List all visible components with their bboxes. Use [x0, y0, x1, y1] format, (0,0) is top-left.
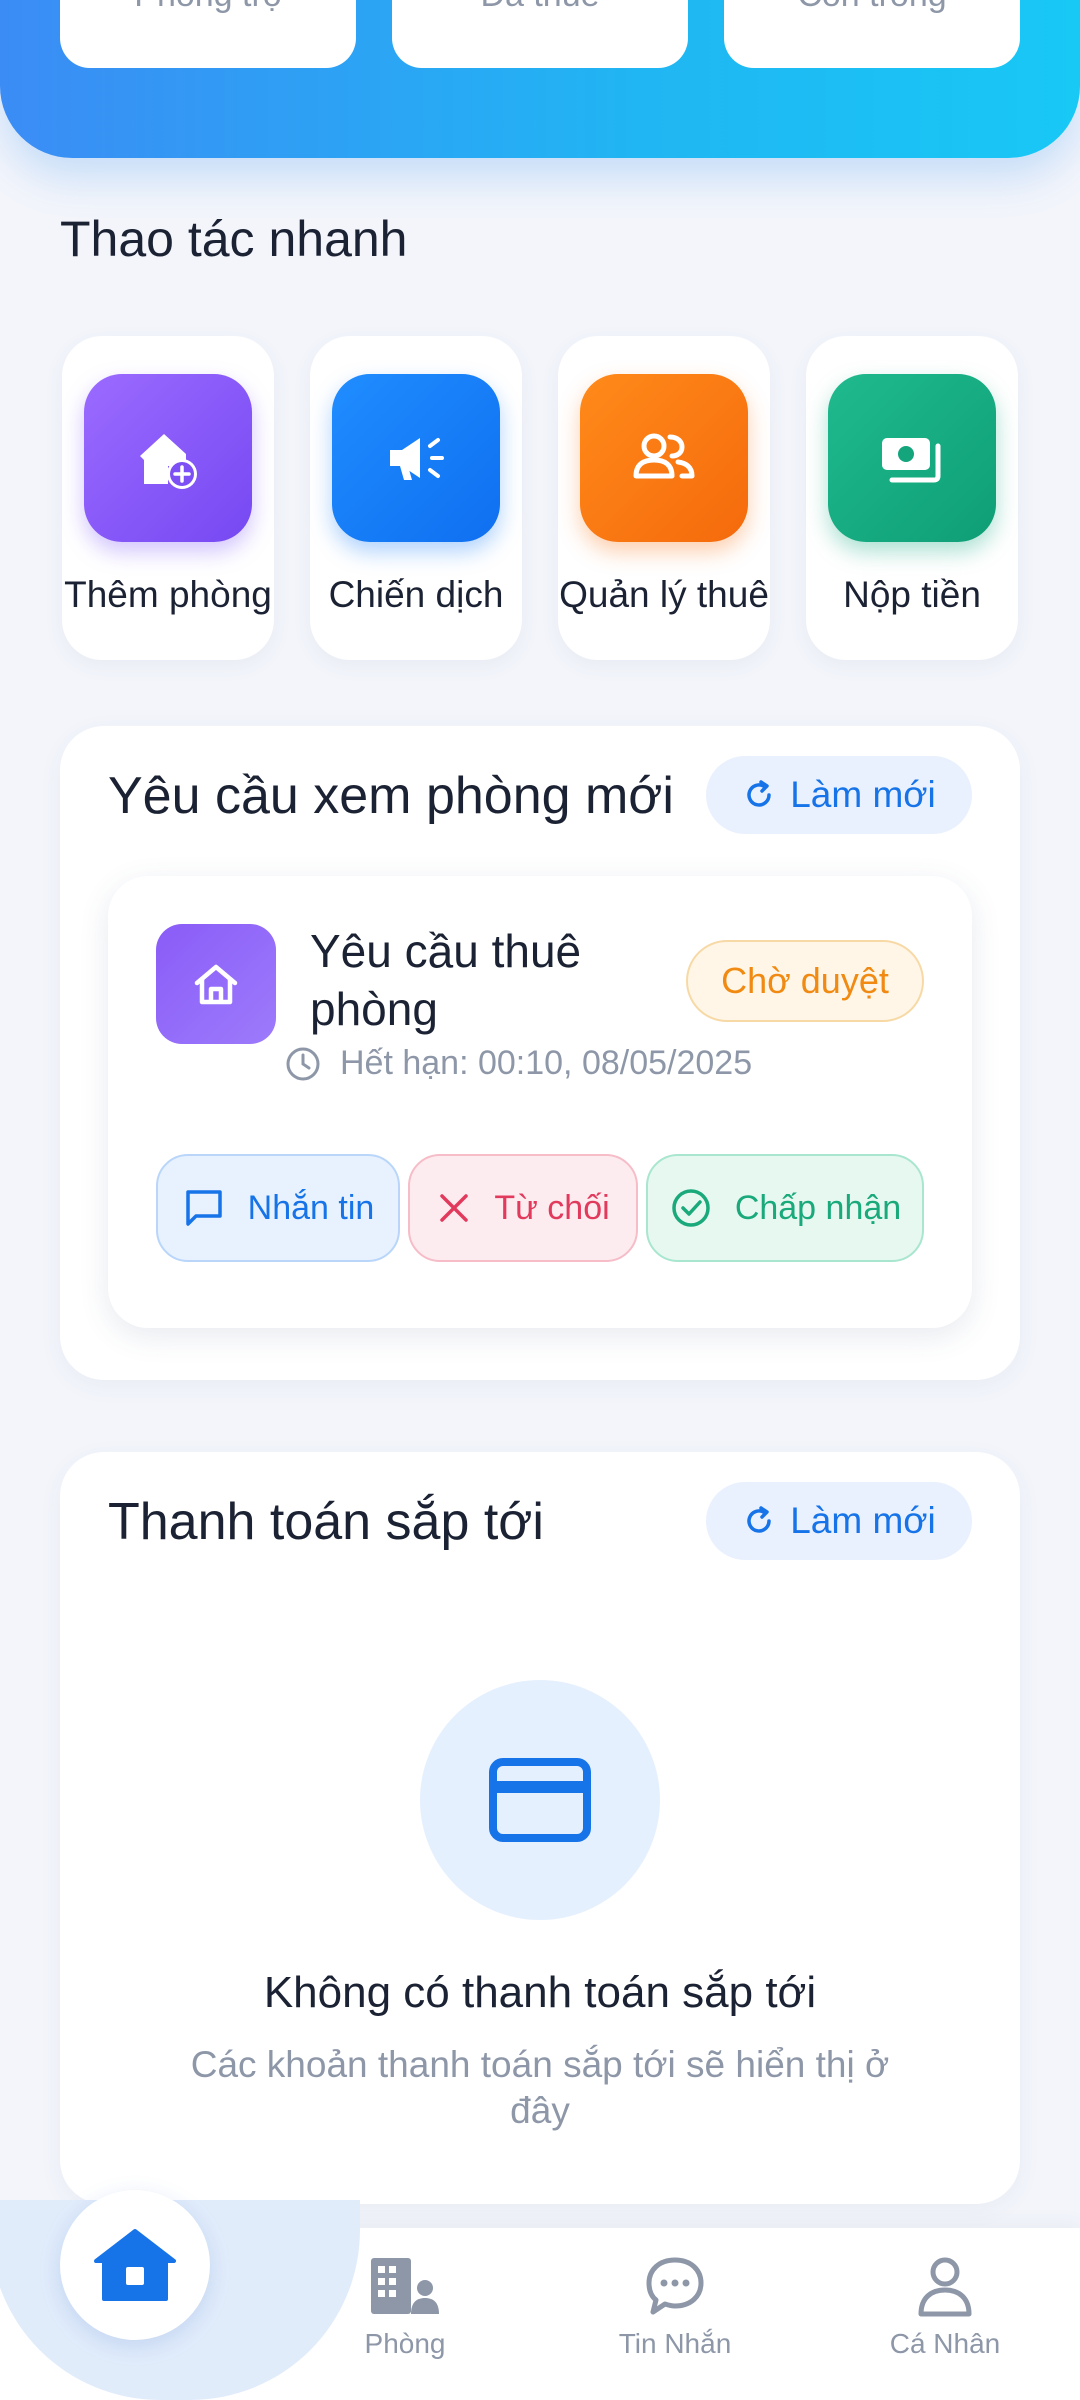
message-label: Nhắn tin [247, 1188, 375, 1227]
stat-label: Đã thuê [480, 0, 599, 12]
clock-icon [286, 1047, 320, 1080]
upcoming-payments-title: Thanh toán sắp tới [108, 1493, 544, 1551]
quick-action-rental-management[interactable]: Quản lý thuê [558, 336, 770, 660]
accept-button[interactable]: Chấp nhận [646, 1154, 924, 1262]
stat-card-vacant[interactable]: Còn trống [724, 0, 1020, 68]
reject-label: Từ chối [494, 1188, 610, 1227]
upcoming-payments-card: Thanh toán sắp tới Làm mới Không có than… [60, 1452, 1020, 2204]
nav-label: Phòng [364, 2328, 446, 2359]
close-icon [440, 1194, 469, 1222]
quick-action-label: Thêm phòng [64, 574, 272, 615]
stat-card-rented[interactable]: Đã thuê [392, 0, 688, 68]
quick-actions-title: Thao tác nhanh [60, 211, 408, 267]
rental-request-item[interactable]: Yêu cầu thuê phòng Chờ duyệt Hết hạn: 00… [108, 876, 972, 1328]
quick-action-campaign[interactable]: Chiến dịch [310, 336, 522, 660]
stat-card-rooms[interactable]: Phòng trọ [60, 0, 356, 68]
expire-text: Hết hạn: 00:10, 08/05/2025 [340, 1044, 753, 1082]
quick-action-label: Chiến dịch [328, 574, 504, 615]
stat-label: Còn trống [797, 0, 946, 12]
building-icon [371, 2258, 439, 2314]
refresh-label: Làm mới [790, 1500, 936, 1541]
viewing-requests-title: Yêu cầu xem phòng mới [108, 767, 674, 825]
nav-label: Cá Nhân [889, 2328, 1001, 2359]
status-badge: Chờ duyệt [686, 940, 924, 1022]
add-home-icon [84, 374, 252, 542]
megaphone-icon [332, 374, 500, 542]
person-icon [918, 2257, 972, 2317]
nav-item-home[interactable] [60, 2190, 210, 2340]
message-icon [185, 1190, 222, 1226]
header-banner: Phòng trọ Đã thuê Còn trống [0, 0, 1080, 158]
status-label: Chờ duyệt [721, 960, 889, 1001]
nav-item-rooms[interactable]: Phòng [315, 2254, 495, 2360]
accept-label: Chấp nhận [734, 1188, 902, 1227]
reject-button[interactable]: Từ chối [408, 1154, 638, 1262]
nav-item-profile[interactable]: Cá Nhân [855, 2254, 1035, 2360]
message-button[interactable]: Nhắn tin [156, 1154, 400, 1262]
refresh-icon [747, 1506, 771, 1533]
stat-label: Phòng trọ [134, 0, 281, 12]
home-icon [94, 2229, 176, 2301]
expire-time: Hết hạn: 00:10, 08/05/2025 [284, 1044, 752, 1083]
request-title: Yêu cầu thuê phòng [310, 925, 582, 1035]
viewing-requests-card: Yêu cầu xem phòng mới Làm mới Yêu cầu th… [60, 726, 1020, 1380]
empty-state-illustration [420, 1680, 660, 1920]
credit-card-icon [489, 1758, 591, 1842]
quick-action-label: Quản lý thuê [559, 574, 769, 615]
refresh-button[interactable]: Làm mới [706, 756, 972, 834]
empty-state-title: Không có thanh toán sắp tới [263, 1968, 817, 2017]
nav-item-messages[interactable]: Tin Nhắn [585, 2254, 765, 2360]
check-circle-icon [672, 1189, 710, 1227]
empty-state-description: Các khoản thanh toán sắp tới sẽ hiển thị… [190, 2044, 890, 2131]
quick-action-deposit[interactable]: Nộp tiền [806, 336, 1018, 660]
quick-action-label: Nộp tiền [843, 574, 981, 615]
users-icon [580, 374, 748, 542]
house-icon [156, 924, 276, 1044]
quick-action-add-room[interactable]: Thêm phòng [62, 336, 274, 660]
money-icon [828, 374, 996, 542]
chat-icon [646, 2257, 704, 2315]
nav-label: Tin Nhắn [618, 2328, 732, 2359]
refresh-button[interactable]: Làm mới [706, 1482, 972, 1560]
refresh-label: Làm mới [790, 774, 936, 815]
refresh-icon [747, 780, 771, 807]
